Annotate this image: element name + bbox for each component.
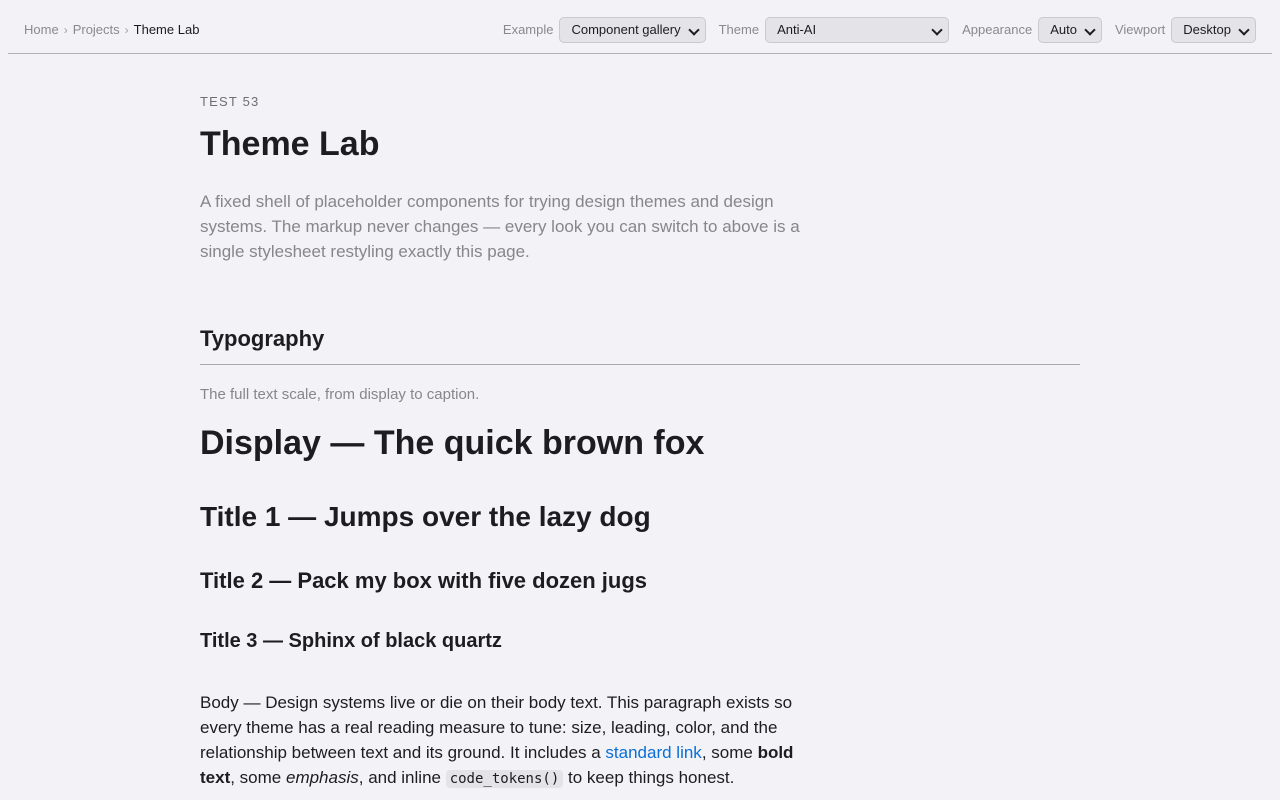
typography-section: Typography The full text scale, from dis… bbox=[200, 324, 1080, 792]
section-title: Typography bbox=[200, 324, 1080, 365]
title1-sample: Title 1 — Jumps over the lazy dog bbox=[200, 501, 651, 532]
viewport-label: Viewport bbox=[1114, 21, 1166, 37]
title3-sample: Title 3 — Sphinx of black quartz bbox=[200, 630, 502, 652]
breadcrumb-projects-link[interactable]: Projects bbox=[73, 22, 120, 37]
chevron-down-icon bbox=[1084, 24, 1096, 36]
breadcrumb-current: Theme Lab bbox=[133, 22, 200, 37]
body-sample: Body — Design systems live or die on the… bbox=[200, 690, 810, 792]
inline-code: code_tokens() bbox=[445, 770, 564, 788]
chevron-down-icon bbox=[687, 24, 700, 36]
viewport-select-value: Desktop bbox=[1183, 22, 1231, 37]
display-sample: Display — The quick brown fox bbox=[200, 424, 705, 462]
body-text-part: to keep things honest. bbox=[563, 768, 735, 787]
example-select[interactable]: Component gallery bbox=[559, 17, 706, 43]
theme-select[interactable]: Anti-AI bbox=[765, 17, 950, 43]
page-eyebrow: TEST 53 bbox=[200, 94, 260, 109]
appearance-label: Appearance bbox=[962, 21, 1033, 37]
body-text-part: , some bbox=[230, 768, 286, 787]
breadcrumb-separator: › bbox=[63, 22, 68, 37]
emphasis-text: emphasis bbox=[285, 768, 359, 787]
top-bar: Home › Projects › Theme Lab Example Comp… bbox=[8, 0, 1272, 54]
page-lede: A fixed shell of placeholder components … bbox=[200, 192, 800, 261]
breadcrumb-separator: › bbox=[124, 22, 129, 37]
example-label: Example bbox=[502, 21, 554, 37]
standard-link[interactable]: standard link bbox=[605, 743, 701, 762]
theme-select-value: Anti-AI bbox=[777, 22, 817, 37]
example-select-value: Component gallery bbox=[571, 22, 681, 37]
viewport-select[interactable]: Desktop bbox=[1171, 17, 1256, 43]
main-content: TEST 53 Theme Lab A fixed shell of place… bbox=[200, 94, 1080, 792]
toolbar-controls: Example Component gallery Theme Anti-AI … bbox=[503, 17, 1256, 43]
theme-label: Theme bbox=[718, 21, 760, 37]
appearance-select[interactable]: Auto bbox=[1038, 17, 1102, 43]
appearance-select-value: Auto bbox=[1050, 22, 1077, 37]
page-title: Theme Lab bbox=[200, 125, 380, 163]
title2-sample: Title 2 — Pack my box with five dozen ju… bbox=[200, 568, 648, 593]
body-text-part: , and inline bbox=[358, 768, 446, 787]
breadcrumb: Home › Projects › Theme Lab bbox=[24, 22, 199, 37]
chevron-down-icon bbox=[1238, 24, 1250, 36]
chevron-down-icon bbox=[931, 24, 943, 36]
section-subtitle: The full text scale, from display to cap… bbox=[200, 386, 480, 403]
breadcrumb-home-link[interactable]: Home bbox=[24, 22, 59, 37]
body-text-part: , some bbox=[701, 743, 758, 762]
